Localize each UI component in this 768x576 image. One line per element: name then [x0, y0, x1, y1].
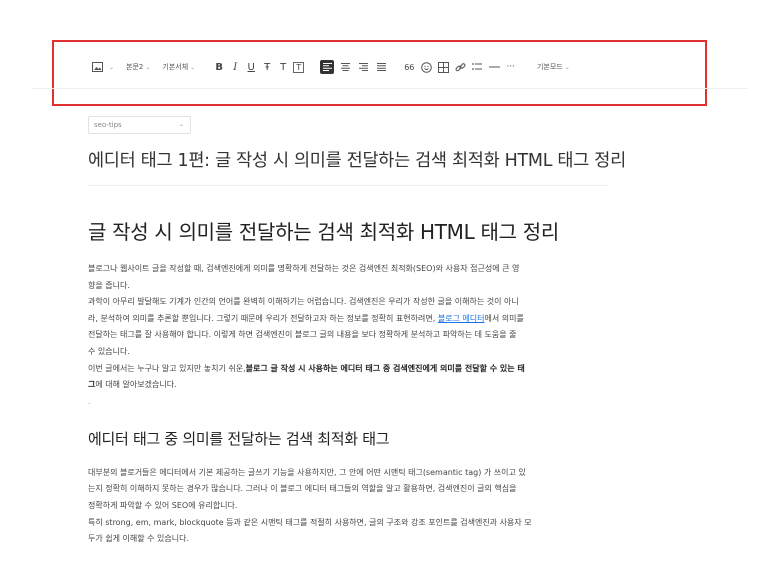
- chevron-down-icon: ⌄: [109, 63, 115, 71]
- underline-button[interactable]: U: [245, 62, 257, 73]
- italic-button[interactable]: I: [229, 62, 241, 73]
- divider-button[interactable]: [487, 60, 501, 74]
- paragraph-line: 과학이 아무리 발달해도 기계가 인간의 언어를 완벽히 이해하기는 어렵습니다…: [88, 297, 519, 307]
- text-span: 에 대해 알아보겠습니다.: [95, 380, 177, 390]
- table-icon: [437, 61, 449, 73]
- bold-button[interactable]: B: [213, 62, 225, 73]
- post-title-input[interactable]: 에디터 태그 1편: 글 작성 시 의미를 전달하는 검색 최적화 HTML 태…: [88, 147, 648, 172]
- font-family-label: 기본서체: [162, 63, 189, 71]
- bold-text: 블로그 글 작성 시 사용하는 에디터 태그 중 검색엔진에게 의미를 전달할 …: [245, 363, 525, 373]
- align-left-button[interactable]: [320, 60, 335, 74]
- emoji-button[interactable]: [419, 60, 433, 74]
- toolbar-divider: [32, 88, 748, 89]
- chevron-down-icon: ⌄: [145, 63, 151, 71]
- category-label: seo-tips: [94, 121, 122, 129]
- paragraph-line: 정확하게 파악할 수 있어 SEO에 유리합니다.: [88, 500, 238, 510]
- paragraph-line: 수 있습니다.: [88, 346, 130, 356]
- paragraph-line: 향을 줍니다.: [88, 280, 130, 290]
- link-button[interactable]: [453, 60, 467, 74]
- image-insert-button[interactable]: ⌄: [90, 59, 114, 75]
- align-right-icon: [358, 63, 368, 71]
- paragraph-line: 두가 쉽게 이해할 수 있습니다.: [88, 534, 190, 544]
- paragraph-style-label: 본문2: [126, 63, 144, 71]
- list-icon: [471, 63, 482, 70]
- blog-editor-link[interactable]: 블로그 에디터: [438, 314, 485, 323]
- paragraph-line: 라, 분석하여 의미를 추론할 뿐입니다. 그렇기 때문에 우리가 전달하고자 …: [88, 311, 618, 328]
- paragraph-line: 이번 글에서는 누구나 알고 있지만 놓치기 쉬운,블로그 글 작성 시 사용하…: [88, 361, 618, 378]
- align-center-button[interactable]: [338, 60, 352, 74]
- align-center-icon: [340, 63, 350, 71]
- font-family-select[interactable]: 기본서체 ⌄: [162, 59, 195, 75]
- image-icon: [90, 60, 104, 74]
- paragraph-style-select[interactable]: 본문2 ⌄: [126, 59, 150, 75]
- chevron-down-icon: ⌄: [564, 63, 570, 71]
- paragraph-line: 전달하는 태그를 잘 사용해야 합니다. 이렇게 하면 검색엔진이 블로그 글의…: [88, 330, 517, 340]
- chevron-down-icon: ⌄: [190, 63, 196, 71]
- align-left-icon: [322, 63, 332, 71]
- table-button[interactable]: [436, 60, 450, 74]
- paragraph-line: 는지 정확히 이해하지 못하는 경우가 많습니다. 그러나 이 블로그 에디터 …: [88, 484, 517, 494]
- divider-icon: [488, 66, 500, 68]
- align-justify-icon: [376, 63, 386, 71]
- text-background-button[interactable]: T: [293, 61, 305, 73]
- strikethrough-button[interactable]: Ŧ: [261, 62, 273, 73]
- view-mode-select[interactable]: 기본모드 ⌄: [537, 59, 570, 75]
- category-select[interactable]: seo-tips ⌄: [88, 116, 191, 134]
- paragraph-line: 블로그나 웹사이트 글을 작성할 때, 검색엔진에게 의미를 명확하게 전달하는…: [88, 264, 520, 273]
- paragraph-line: 대부분의 블로거들은 에디터에서 기본 제공하는 글쓰기 기능을 사용하지만, …: [88, 467, 526, 477]
- paragraph-line: 특히 strong, em, mark, blockquote 등과 같은 시맨…: [88, 517, 532, 527]
- align-right-button[interactable]: [356, 60, 370, 74]
- chevron-down-icon: ⌄: [178, 121, 184, 128]
- text-color-button[interactable]: T: [277, 62, 289, 73]
- link-icon: [455, 62, 466, 71]
- align-justify-button[interactable]: [374, 60, 388, 74]
- text-span: 이번 글에서는 누구나 알고 있지만 놓치기 쉬운,: [88, 363, 246, 373]
- more-button[interactable]: ···: [506, 59, 515, 75]
- empty-paragraph-dot: .: [88, 396, 91, 406]
- emoji-icon: [421, 61, 432, 73]
- text-span: 에서 의미를: [484, 313, 524, 323]
- quote-button[interactable]: 66: [404, 63, 414, 72]
- list-button[interactable]: [470, 60, 484, 74]
- editor-toolbar: ⌄ 본문2 ⌄ 기본서체 ⌄ B I U Ŧ T T 66 ··· 기본모드 ⌄: [90, 58, 695, 76]
- title-divider: [88, 185, 608, 186]
- view-mode-label: 기본모드: [536, 63, 563, 71]
- editor-body[interactable]: 글 작성 시 의미를 전달하는 검색 최적화 HTML 태그 정리 블로그나 웹…: [88, 216, 618, 548]
- heading-main: 글 작성 시 의미를 전달하는 검색 최적화 HTML 태그 정리: [88, 220, 559, 244]
- text-span: 라, 분석하여 의미를 추론할 뿐입니다. 그렇기 때문에 우리가 전달하고자 …: [88, 313, 438, 323]
- heading-section: 에디터 태그 중 의미를 전달하는 검색 최적화 태그: [88, 429, 390, 448]
- editor-toolbar-highlight: ⌄ 본문2 ⌄ 기본서체 ⌄ B I U Ŧ T T 66 ··· 기본모드 ⌄: [52, 40, 707, 106]
- paragraph-line: 그에 대해 알아보겠습니다.: [88, 377, 618, 394]
